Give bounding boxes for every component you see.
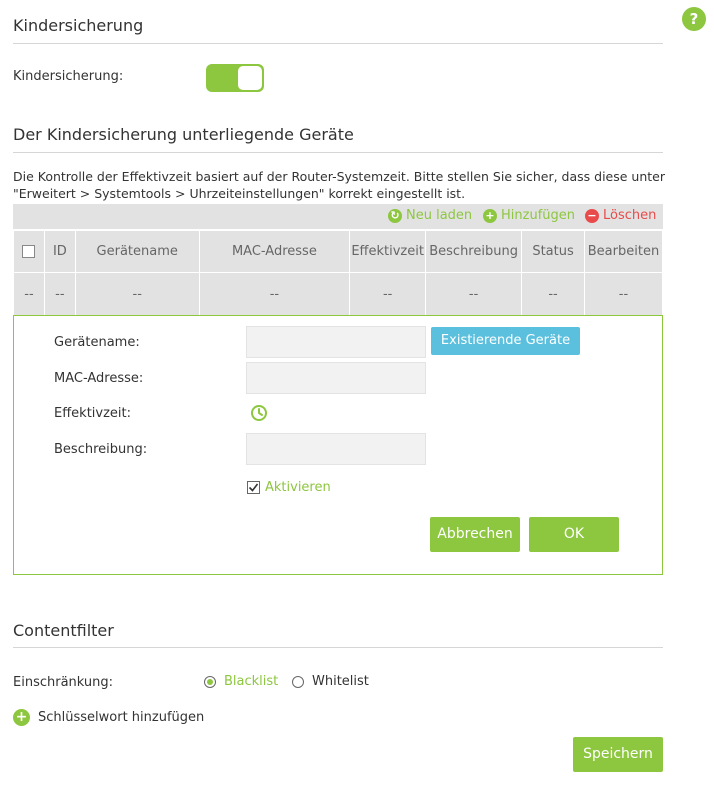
device-name-label: Gerätename: xyxy=(54,335,140,350)
device-name-input[interactable] xyxy=(246,326,426,358)
checkbox-icon xyxy=(247,481,260,494)
whitelist-radio[interactable]: Whitelist xyxy=(292,674,369,689)
description-input[interactable] xyxy=(246,433,426,465)
table-cell: -- xyxy=(425,272,523,316)
delete-button[interactable]: − Löschen xyxy=(585,208,656,223)
blacklist-radio[interactable]: Blacklist xyxy=(204,674,278,689)
table-row: -- -- -- -- -- -- -- -- xyxy=(13,272,664,316)
column-header: Beschreibung xyxy=(425,230,523,273)
refresh-icon: ↻ xyxy=(388,208,402,223)
radio-button[interactable] xyxy=(292,675,304,688)
parental-control-toggle[interactable] xyxy=(206,64,264,92)
ok-button[interactable]: OK xyxy=(529,517,619,552)
add-label: Hinzufügen xyxy=(501,208,575,223)
effective-time-label: Effektivzeit: xyxy=(54,406,132,421)
table-cell: -- xyxy=(583,272,664,316)
reload-button[interactable]: ↻ Neu laden xyxy=(388,208,472,223)
enable-label: Aktivieren xyxy=(265,480,331,495)
device-edit-panel: Gerätename: Existierende Geräte MAC-Adre… xyxy=(13,315,663,575)
table-cell: -- xyxy=(43,272,76,316)
add-keyword-label: Schlüsselwort hinzufügen xyxy=(38,710,205,725)
devices-description: Die Kontrolle der Effektivzeit basiert a… xyxy=(13,169,665,201)
whitelist-label: Whitelist xyxy=(312,674,369,689)
help-icon[interactable]: ? xyxy=(682,7,706,31)
column-header: Effektivzeit xyxy=(349,230,427,273)
plus-circle-icon: + xyxy=(483,208,497,223)
divider xyxy=(13,647,663,648)
table-header-row: ID Gerätename MAC-Adresse Effektivzeit B… xyxy=(13,230,664,273)
table-cell: -- xyxy=(198,272,351,316)
add-button[interactable]: + Hinzufügen xyxy=(483,208,575,223)
table-toolbar: ↻ Neu laden + Hinzufügen − Löschen xyxy=(13,204,663,229)
existing-devices-button[interactable]: Existierende Geräte xyxy=(431,327,580,355)
table-cell: -- xyxy=(521,272,585,316)
select-all-cell[interactable] xyxy=(13,230,45,273)
parental-control-title: Kindersicherung xyxy=(13,16,144,35)
add-keyword-button[interactable]: + Schlüsselwort hinzufügen xyxy=(13,709,204,726)
select-all-checkbox[interactable] xyxy=(22,245,36,258)
toggle-knob xyxy=(238,66,262,90)
column-header: Bearbeiten xyxy=(583,230,664,273)
divider xyxy=(13,43,663,44)
mac-address-label: MAC-Adresse: xyxy=(54,371,144,386)
column-header: MAC-Adresse xyxy=(198,230,351,273)
column-header: ID xyxy=(43,230,76,273)
parental-control-label: Kindersicherung: xyxy=(13,69,124,84)
devices-table: ID Gerätename MAC-Adresse Effektivzeit B… xyxy=(13,230,664,316)
restriction-label: Einschränkung: xyxy=(13,675,114,690)
radio-button-selected[interactable] xyxy=(204,675,216,688)
minus-circle-icon: − xyxy=(585,208,599,223)
content-filter-title: Contentfilter xyxy=(13,621,114,640)
table-cell: -- xyxy=(349,272,427,316)
table-cell: -- xyxy=(13,272,45,316)
plus-circle-icon: + xyxy=(13,709,30,726)
delete-label: Löschen xyxy=(603,208,657,223)
clock-icon[interactable] xyxy=(250,404,268,422)
divider xyxy=(13,152,663,153)
reload-label: Neu laden xyxy=(406,208,473,223)
mac-address-input[interactable] xyxy=(246,362,426,394)
column-header: Status xyxy=(521,230,585,273)
enable-checkbox[interactable]: Aktivieren xyxy=(247,480,331,495)
description-label: Beschreibung: xyxy=(54,442,148,457)
table-cell: -- xyxy=(74,272,200,316)
devices-section-title: Der Kindersicherung unterliegende Geräte xyxy=(13,125,354,144)
blacklist-label: Blacklist xyxy=(224,674,279,689)
save-button[interactable]: Speichern xyxy=(573,737,663,772)
column-header: Gerätename xyxy=(74,230,200,273)
cancel-button[interactable]: Abbrechen xyxy=(430,517,520,552)
